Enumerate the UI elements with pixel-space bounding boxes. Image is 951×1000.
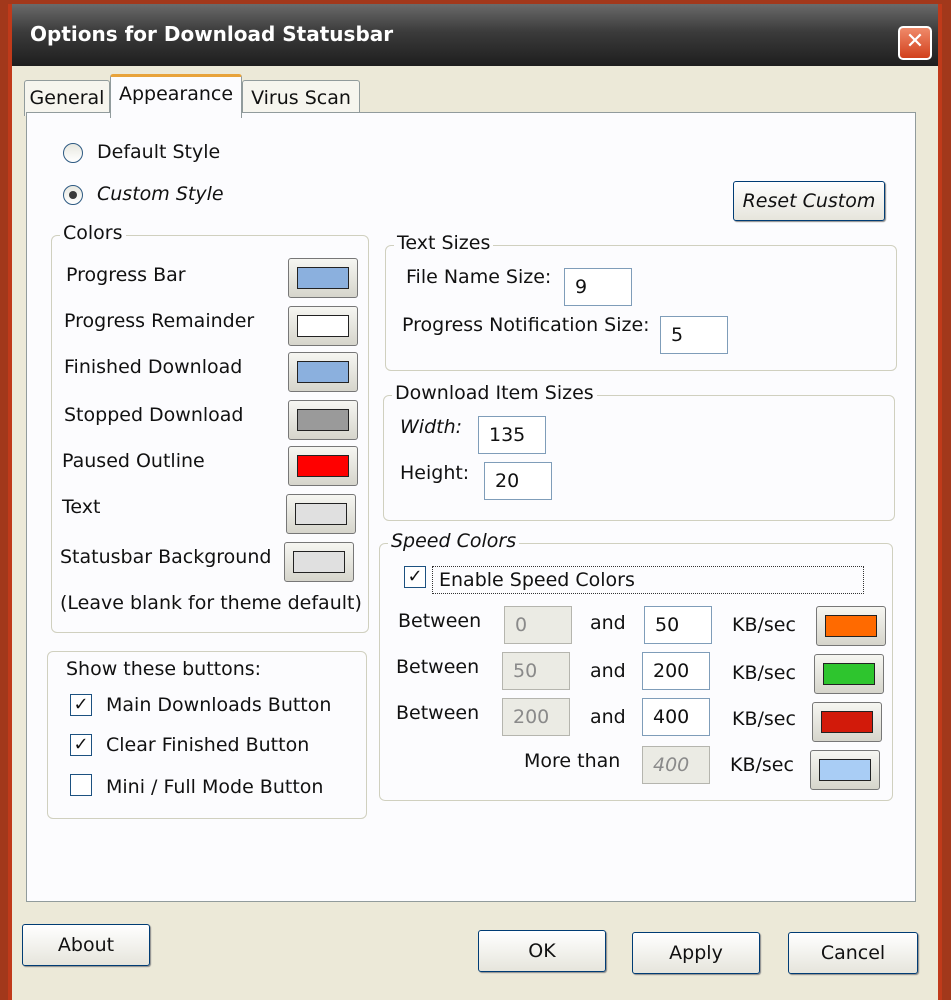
item-height-label: Height: bbox=[400, 462, 470, 484]
tab-appearance[interactable]: Appearance bbox=[110, 74, 242, 118]
speed-row-3-swatch bbox=[821, 711, 873, 733]
speed-more-than-field: 400 bbox=[642, 746, 710, 784]
item-width-label: Width: bbox=[400, 416, 463, 438]
default-style-label[interactable]: Default Style bbox=[97, 141, 220, 163]
statusbar-background-swatch bbox=[293, 551, 345, 573]
progress-bar-swatch bbox=[297, 267, 349, 289]
color-label-stopped-download: Stopped Download bbox=[64, 404, 244, 426]
title-bar: Options for Download Statusbar ✕ bbox=[12, 4, 938, 66]
clear-finished-label[interactable]: Clear Finished Button bbox=[106, 734, 309, 756]
close-icon: ✕ bbox=[905, 29, 925, 54]
appearance-panel: Default Style Custom Style Reset Custom … bbox=[26, 112, 916, 902]
show-buttons-group: Show these buttons: ✓ Main Downloads But… bbox=[47, 651, 367, 819]
close-button[interactable]: ✕ bbox=[898, 26, 932, 60]
colors-note: (Leave blank for theme default) bbox=[60, 592, 362, 614]
reset-custom-button[interactable]: Reset Custom bbox=[733, 181, 885, 221]
speed-row-1-between: Between bbox=[398, 610, 482, 632]
statusbar-background-color-button[interactable] bbox=[284, 542, 354, 582]
speed-more-than-swatch bbox=[819, 759, 871, 781]
speed-row-2-and: and bbox=[590, 660, 626, 682]
color-label-progress-remainder: Progress Remainder bbox=[64, 310, 255, 332]
speed-row-3-from: 200 bbox=[502, 698, 570, 736]
speed-row-2-from: 50 bbox=[502, 652, 570, 690]
stopped-download-color-button[interactable] bbox=[288, 400, 358, 440]
enable-speed-colors-label[interactable]: Enable Speed Colors bbox=[432, 566, 864, 594]
clear-finished-checkbox[interactable]: ✓ bbox=[70, 734, 92, 756]
text-sizes-group: Text Sizes File Name Size: 9 Progress No… bbox=[385, 232, 897, 371]
tab-virus-scan[interactable]: Virus Scan bbox=[242, 80, 360, 116]
progress-remainder-swatch bbox=[297, 315, 349, 337]
speed-row-2-to[interactable]: 200 bbox=[642, 652, 710, 690]
speed-row-1-unit: KB/sec bbox=[732, 614, 796, 636]
colors-group: Colors Progress Bar Progress Remainder F… bbox=[51, 222, 369, 633]
speed-row-2-swatch bbox=[823, 663, 875, 685]
speed-colors-group: Speed Colors ✓ Enable Speed Colors Betwe… bbox=[379, 530, 893, 801]
mini-full-mode-checkbox[interactable] bbox=[70, 774, 92, 796]
options-window: Options for Download Statusbar ✕ General… bbox=[8, 4, 942, 1000]
check-icon: ✓ bbox=[407, 566, 423, 587]
finished-download-swatch bbox=[297, 361, 349, 383]
text-sizes-title: Text Sizes bbox=[394, 232, 494, 254]
main-downloads-checkbox[interactable]: ✓ bbox=[70, 694, 92, 716]
file-name-size-field[interactable]: 9 bbox=[564, 268, 632, 306]
finished-download-color-button[interactable] bbox=[288, 352, 358, 392]
speed-row-3-between: Between bbox=[396, 702, 480, 724]
speed-colors-title: Speed Colors bbox=[388, 530, 520, 552]
stopped-download-swatch bbox=[297, 409, 349, 431]
apply-button[interactable]: Apply bbox=[632, 932, 760, 974]
speed-row-3-and: and bbox=[590, 706, 626, 728]
about-button[interactable]: About bbox=[22, 924, 150, 966]
paused-outline-color-button[interactable] bbox=[288, 446, 358, 486]
progress-bar-color-button[interactable] bbox=[288, 258, 358, 298]
custom-style-radio[interactable] bbox=[63, 185, 83, 205]
color-label-paused-outline: Paused Outline bbox=[62, 450, 205, 472]
speed-row-1-swatch bbox=[825, 615, 877, 637]
file-name-size-label: File Name Size: bbox=[406, 266, 552, 288]
custom-style-label[interactable]: Custom Style bbox=[97, 183, 224, 205]
item-width-field[interactable]: 135 bbox=[478, 416, 546, 454]
progress-remainder-color-button[interactable] bbox=[288, 306, 358, 346]
speed-row-1-and: and bbox=[590, 612, 626, 634]
colors-group-title: Colors bbox=[60, 222, 126, 244]
tab-strip: General Appearance Virus Scan bbox=[24, 72, 724, 118]
speed-row-1-from: 0 bbox=[504, 606, 572, 644]
color-label-statusbar-background: Statusbar Background bbox=[60, 546, 272, 568]
enable-speed-colors-checkbox[interactable]: ✓ bbox=[404, 566, 426, 588]
dialog-footer: About OK Apply Cancel bbox=[12, 904, 938, 1000]
speed-row-2-between: Between bbox=[396, 656, 480, 678]
speed-row-3-color-button[interactable] bbox=[812, 702, 882, 742]
speed-more-than-label: More than bbox=[524, 750, 621, 772]
speed-row-1-to[interactable]: 50 bbox=[644, 606, 712, 644]
progress-notification-size-field[interactable]: 5 bbox=[660, 316, 728, 354]
progress-notification-size-label: Progress Notification Size: bbox=[402, 314, 650, 336]
check-icon: ✓ bbox=[73, 694, 89, 715]
item-height-field[interactable]: 20 bbox=[484, 462, 552, 500]
text-color-button[interactable] bbox=[286, 494, 356, 534]
color-label-text: Text bbox=[62, 496, 101, 518]
speed-row-2-color-button[interactable] bbox=[814, 654, 884, 694]
cancel-button[interactable]: Cancel bbox=[788, 932, 918, 974]
mini-full-mode-label[interactable]: Mini / Full Mode Button bbox=[106, 776, 323, 798]
text-swatch bbox=[295, 503, 347, 525]
speed-more-than-unit: KB/sec bbox=[730, 754, 794, 776]
color-label-finished-download: Finished Download bbox=[64, 356, 243, 378]
default-style-radio[interactable] bbox=[63, 143, 83, 163]
speed-row-3-to[interactable]: 400 bbox=[642, 698, 710, 736]
color-label-progress-bar: Progress Bar bbox=[66, 264, 186, 286]
show-buttons-title: Show these buttons: bbox=[66, 658, 262, 680]
speed-more-than-color-button[interactable] bbox=[810, 750, 880, 790]
speed-row-1-color-button[interactable] bbox=[816, 606, 886, 646]
window-title: Options for Download Statusbar bbox=[30, 22, 394, 46]
ok-button[interactable]: OK bbox=[478, 930, 606, 972]
download-item-sizes-title: Download Item Sizes bbox=[392, 382, 597, 404]
download-item-sizes-group: Download Item Sizes Width: 135 Height: 2… bbox=[383, 382, 895, 521]
paused-outline-swatch bbox=[297, 455, 349, 477]
main-downloads-label[interactable]: Main Downloads Button bbox=[106, 694, 331, 716]
speed-row-2-unit: KB/sec bbox=[732, 662, 796, 684]
speed-row-3-unit: KB/sec bbox=[732, 708, 796, 730]
tab-general[interactable]: General bbox=[24, 80, 110, 116]
check-icon: ✓ bbox=[73, 734, 89, 755]
